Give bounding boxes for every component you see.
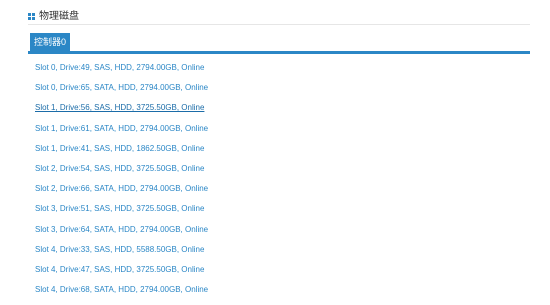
grid-icon	[28, 13, 36, 21]
disk-list-item[interactable]: Slot 1, Drive:56, SAS, HDD, 3725.50GB, O…	[35, 100, 208, 120]
disk-list-item[interactable]: Slot 0, Drive:65, SATA, HDD, 2794.00GB, …	[35, 80, 208, 100]
disk-list-item[interactable]: Slot 2, Drive:66, SATA, HDD, 2794.00GB, …	[35, 181, 208, 201]
tab-underline	[28, 51, 530, 54]
disk-list-item[interactable]: Slot 1, Drive:61, SATA, HDD, 2794.00GB, …	[35, 121, 208, 141]
disk-list-item[interactable]: Slot 3, Drive:64, SATA, HDD, 2794.00GB, …	[35, 222, 208, 242]
header-divider	[28, 24, 530, 25]
disk-list-item[interactable]: Slot 0, Drive:49, SAS, HDD, 2794.00GB, O…	[35, 60, 208, 80]
tab-controller-0[interactable]: 控制器0	[30, 33, 71, 52]
panel-title: 物理磁盘	[39, 11, 79, 22]
physical-disk-list: Slot 0, Drive:49, SAS, HDD, 2794.00GB, O…	[35, 60, 208, 302]
disk-list-item[interactable]: Slot 3, Drive:51, SAS, HDD, 3725.50GB, O…	[35, 201, 208, 221]
disk-list-item[interactable]: Slot 4, Drive:33, SAS, HDD, 5588.50GB, O…	[35, 242, 208, 262]
tab-bar: 控制器0	[28, 31, 530, 54]
disk-list-item[interactable]: Slot 2, Drive:54, SAS, HDD, 3725.50GB, O…	[35, 161, 208, 181]
disk-list-item[interactable]: Slot 1, Drive:41, SAS, HDD, 1862.50GB, O…	[35, 141, 208, 161]
disk-list-item[interactable]: Slot 4, Drive:47, SAS, HDD, 3725.50GB, O…	[35, 262, 208, 282]
disk-list-item[interactable]: Slot 4, Drive:68, SATA, HDD, 2794.00GB, …	[35, 282, 208, 302]
